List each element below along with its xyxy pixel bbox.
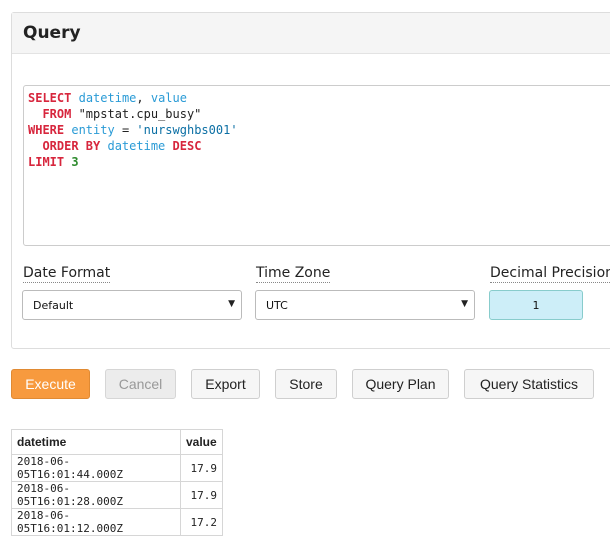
code-token: SELECT xyxy=(28,91,72,105)
execute-button[interactable]: Execute xyxy=(11,369,90,399)
code-token: datetime xyxy=(107,139,166,153)
table-row: 2018-06-05T16:01:12.000Z 17.2 xyxy=(11,508,223,536)
code-token: FROM xyxy=(42,107,72,121)
query-panel-header: Query xyxy=(12,13,610,54)
results-table: datetime value 2018-06-05T16:01:44.000Z … xyxy=(11,429,223,536)
datetime-cell: 2018-06-05T16:01:44.000Z xyxy=(11,454,181,482)
store-button[interactable]: Store xyxy=(275,369,337,399)
code-token: value xyxy=(150,91,187,105)
code-token: = xyxy=(114,123,137,137)
value-cell: 17.9 xyxy=(180,454,223,482)
date-format-label: Date Format xyxy=(23,265,111,283)
code-token: datetime xyxy=(78,91,137,105)
time-zone-label: Time Zone xyxy=(256,265,331,283)
code-token: "mpstat.cpu_busy" xyxy=(71,107,202,121)
chevron-down-icon: ▼ xyxy=(228,299,235,309)
code-line: LIMIT 3 xyxy=(28,154,610,170)
panel-title: Query xyxy=(23,23,81,43)
code-token: 'nurswghbs001' xyxy=(136,123,238,137)
date-format-value: Default xyxy=(33,299,74,312)
code-token: DESC xyxy=(172,139,202,153)
decimal-precision-label: Decimal Precision xyxy=(490,265,610,283)
date-format-select[interactable]: Default ▼ xyxy=(22,290,242,320)
export-button[interactable]: Export xyxy=(191,369,260,399)
column-header-value[interactable]: value xyxy=(180,429,223,455)
decimal-precision-input[interactable]: 1 xyxy=(489,290,583,320)
datetime-cell: 2018-06-05T16:01:28.000Z xyxy=(11,481,181,509)
time-zone-select[interactable]: UTC ▼ xyxy=(255,290,475,320)
code-line: FROM "mpstat.cpu_busy" xyxy=(28,106,610,122)
code-token: , xyxy=(136,91,151,105)
table-row: 2018-06-05T16:01:28.000Z 17.9 xyxy=(11,481,223,509)
code-token: LIMIT xyxy=(28,155,65,169)
code-line: WHERE entity = 'nurswghbs001' xyxy=(28,122,610,138)
results-header-row: datetime value xyxy=(11,429,223,455)
sql-editor[interactable]: SELECT datetime, value FROM "mpstat.cpu_… xyxy=(23,85,610,246)
column-header-datetime[interactable]: datetime xyxy=(11,429,181,455)
value-cell: 17.2 xyxy=(180,508,223,536)
time-zone-value: UTC xyxy=(266,299,288,312)
cancel-button[interactable]: Cancel xyxy=(105,369,176,399)
chevron-down-icon: ▼ xyxy=(461,299,468,309)
code-token: 3 xyxy=(71,155,79,169)
code-token: ORDER BY xyxy=(42,139,101,153)
query-statistics-button[interactable]: Query Statistics xyxy=(464,369,594,399)
code-token: WHERE xyxy=(28,123,65,137)
query-plan-button[interactable]: Query Plan xyxy=(352,369,449,399)
code-token: entity xyxy=(71,123,115,137)
table-row: 2018-06-05T16:01:44.000Z 17.9 xyxy=(11,454,223,482)
value-cell: 17.9 xyxy=(180,481,223,509)
code-line: SELECT datetime, value xyxy=(28,90,610,106)
code-line: ORDER BY datetime DESC xyxy=(28,138,610,154)
datetime-cell: 2018-06-05T16:01:12.000Z xyxy=(11,508,181,536)
